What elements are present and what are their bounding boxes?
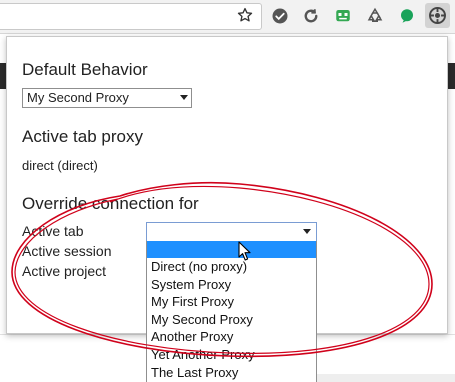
proxy-extension-button[interactable] — [425, 3, 450, 28]
checkmark-icon[interactable] — [271, 7, 289, 25]
default-behavior-select-value: My Second Proxy — [27, 90, 129, 105]
proxy-gear-icon — [429, 7, 446, 24]
star-icon[interactable] — [236, 6, 254, 24]
active-tab-label: Active tab — [22, 223, 84, 239]
chevron-down-icon — [303, 229, 311, 234]
active-session-label: Active session — [22, 243, 112, 259]
active-project-label: Active project — [22, 263, 107, 279]
active-tab-proxy-heading: Active tab proxy — [22, 127, 143, 146]
dropdown-option[interactable]: My First Proxy — [147, 293, 316, 311]
page-bottom-strip — [300, 374, 455, 382]
mouse-cursor-icon — [238, 241, 251, 261]
default-behavior-select[interactable]: My Second Proxy — [22, 88, 192, 108]
override-connection-heading: Override connection for — [22, 194, 199, 213]
dropdown-option[interactable]: System Proxy — [147, 276, 316, 294]
recycle-icon[interactable] — [366, 7, 384, 25]
address-bar[interactable] — [0, 3, 262, 30]
dropdown-option[interactable]: The Last Proxy — [147, 364, 316, 382]
dropdown-option[interactable]: Direct (no proxy) — [147, 258, 316, 276]
default-behavior-heading: Default Behavior — [22, 60, 148, 79]
active-tab-override-select[interactable] — [146, 222, 317, 242]
active-tab-proxy-value: direct (direct) — [22, 158, 98, 173]
robot-icon[interactable] — [334, 7, 352, 25]
dropdown-option[interactable]: Yet Another Proxy — [147, 346, 316, 364]
dropdown-option[interactable] — [147, 241, 316, 258]
chevron-down-icon — [180, 95, 188, 100]
green-dot-icon[interactable] — [398, 7, 416, 25]
dropdown-option[interactable]: Another Proxy — [147, 328, 316, 346]
browser-toolbar — [0, 0, 455, 34]
dropdown-option[interactable]: My Second Proxy — [147, 311, 316, 329]
proxy-dropdown-list: Direct (no proxy) System Proxy My First Pr… — [146, 241, 317, 382]
refresh-icon[interactable] — [302, 7, 320, 25]
